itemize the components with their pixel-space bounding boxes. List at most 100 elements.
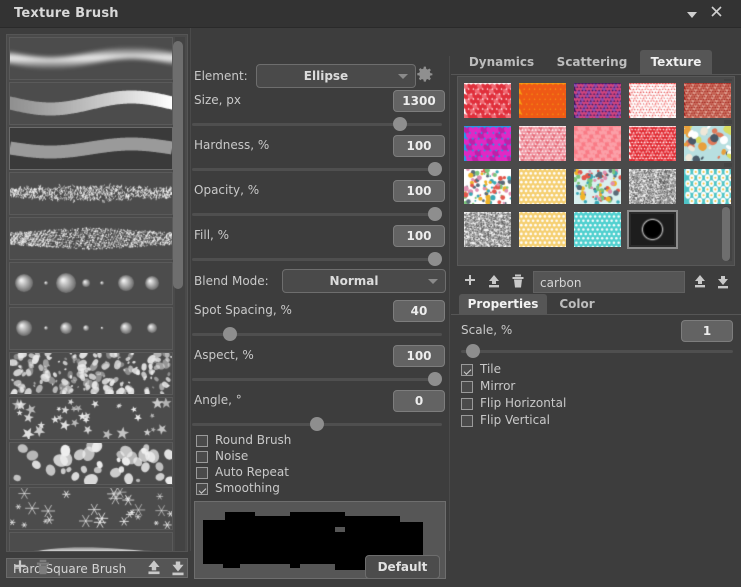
slider-thumb[interactable] (428, 162, 442, 176)
texture-grid-scroll-thumb[interactable] (722, 207, 730, 261)
brush-list-item[interactable] (9, 262, 173, 305)
tab-texture[interactable]: Texture (640, 50, 712, 75)
brush-list-item[interactable] (9, 352, 173, 395)
texture-swatch[interactable] (572, 210, 623, 249)
texture-swatch[interactable] (572, 81, 623, 120)
texture-swatch[interactable] (627, 167, 678, 206)
brush-list-item[interactable] (9, 442, 173, 485)
brush-list-item[interactable] (9, 82, 173, 125)
chevron-down-icon[interactable] (683, 5, 701, 23)
checkbox-box[interactable] (461, 381, 473, 393)
texture-swatch[interactable] (462, 124, 513, 163)
subtab-properties[interactable]: Properties (459, 294, 547, 315)
texture-swatch[interactable] (682, 124, 733, 163)
scale-value[interactable]: 1 (681, 320, 733, 342)
brush-list-item[interactable] (9, 532, 173, 551)
setting-value[interactable]: 0 (393, 390, 445, 412)
checkbox-box[interactable] (196, 467, 208, 479)
export-icon[interactable] (168, 557, 190, 579)
brush-list-item[interactable] (9, 172, 173, 215)
checkbox-box[interactable] (196, 451, 208, 463)
upload-icon[interactable] (485, 272, 505, 292)
brush-list-item[interactable] (9, 217, 173, 260)
slider-thumb[interactable] (428, 207, 442, 221)
setting-value[interactable]: 40 (393, 300, 445, 322)
plus-icon[interactable] (10, 557, 32, 579)
checkbox-box[interactable] (196, 435, 208, 447)
brush-list[interactable] (9, 37, 175, 551)
texture-swatch[interactable] (627, 210, 678, 249)
setting-row: Aspect, % 100 (194, 345, 446, 367)
setting-slider[interactable] (192, 372, 442, 386)
trash-icon[interactable] (33, 557, 55, 579)
checkbox-box[interactable] (461, 398, 473, 410)
brush-list-item[interactable] (9, 127, 173, 170)
texture-swatch[interactable] (572, 124, 623, 163)
checkbox-box[interactable] (196, 483, 208, 495)
checkbox-box[interactable] (461, 415, 473, 427)
brush-list-scroll-thumb[interactable] (173, 41, 183, 289)
slider-thumb[interactable] (310, 417, 324, 431)
import-icon[interactable] (691, 272, 711, 292)
setting-slider[interactable] (192, 252, 442, 266)
checkbox-box[interactable] (461, 364, 473, 376)
brush-list-item[interactable] (9, 37, 173, 80)
texture-swatch[interactable] (462, 81, 513, 120)
checkbox-label: Flip Horizontal (480, 396, 567, 410)
setting-slider[interactable] (192, 117, 442, 131)
plus-icon[interactable] (461, 272, 481, 292)
export-icon[interactable] (714, 272, 734, 292)
texture-name-field[interactable]: carbon (533, 271, 685, 293)
brush-list-item[interactable] (9, 397, 173, 440)
scale-slider[interactable] (461, 344, 733, 358)
setting-slider[interactable] (192, 417, 442, 431)
setting-value[interactable]: 1300 (393, 90, 445, 112)
setting-value[interactable]: 100 (393, 225, 445, 247)
close-icon[interactable] (707, 5, 725, 23)
setting-slider[interactable] (192, 162, 442, 176)
brush-list-item[interactable] (9, 487, 173, 530)
slider-thumb[interactable] (222, 327, 237, 341)
texture-swatch[interactable] (517, 210, 568, 249)
texture-swatch-image (464, 212, 511, 247)
texture-swatch[interactable] (517, 124, 568, 163)
texture-grid[interactable] (457, 76, 735, 266)
texture-swatch[interactable] (572, 167, 623, 206)
texture-swatch-image (574, 169, 621, 204)
blend-mode-select[interactable]: Normal (282, 269, 446, 293)
setting-value[interactable]: 100 (393, 135, 445, 157)
setting-value[interactable]: 100 (393, 180, 445, 202)
setting-label: Fill, % (194, 228, 230, 242)
texture-swatch[interactable] (627, 124, 678, 163)
checkbox-label: Flip Vertical (480, 413, 550, 427)
tab-dynamics[interactable]: Dynamics (459, 50, 544, 75)
subtab-color[interactable]: Color (547, 294, 607, 315)
tab-scattering[interactable]: Scattering (544, 50, 640, 75)
gear-icon[interactable] (414, 64, 436, 86)
scale-slider-thumb[interactable] (466, 344, 481, 358)
trash-icon[interactable] (509, 272, 529, 292)
slider-thumb[interactable] (428, 252, 442, 266)
import-icon[interactable] (144, 557, 166, 579)
element-select[interactable]: Ellipse (256, 64, 416, 88)
texture-swatch[interactable] (682, 81, 733, 120)
brush-list-item[interactable] (9, 307, 173, 350)
texture-swatch[interactable] (627, 81, 678, 120)
brush-thumbnail (10, 443, 172, 484)
texture-brush-window: Texture Brush Hard Square Brush Element:… (0, 0, 741, 587)
brush-thumbnail (10, 218, 172, 259)
texture-swatch[interactable] (462, 167, 513, 206)
texture-swatch[interactable] (682, 167, 733, 206)
brush-list-panel (6, 34, 188, 552)
brush-list-scrollbar[interactable] (173, 37, 185, 551)
texture-swatch[interactable] (462, 210, 513, 249)
texture-swatch[interactable] (517, 81, 568, 120)
slider-thumb[interactable] (392, 117, 407, 131)
slider-thumb[interactable] (428, 372, 442, 386)
texture-swatch[interactable] (517, 167, 568, 206)
setting-slider[interactable] (192, 327, 442, 341)
setting-value[interactable]: 100 (393, 345, 445, 367)
default-button[interactable]: Default (365, 555, 440, 579)
setting-slider[interactable] (192, 207, 442, 221)
texture-swatch-image (629, 169, 676, 204)
